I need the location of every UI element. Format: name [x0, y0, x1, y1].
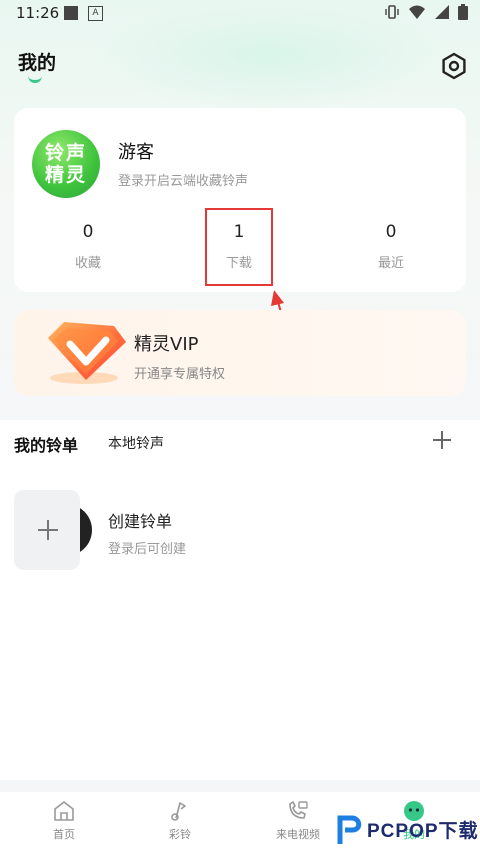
home-icon — [54, 801, 74, 821]
battery-icon — [458, 4, 468, 20]
nav-call-video-label: 来电视频 — [276, 828, 320, 841]
app-logo-avatar[interactable]: 铃声 精灵 — [32, 130, 100, 198]
wifi-icon — [409, 5, 425, 19]
logo-text-line2: 精灵 — [44, 164, 87, 186]
playlist-section: 我的铃单 本地铃声 创建铃单 登录后可创建 — [0, 420, 480, 780]
tab-local-ringtones[interactable]: 本地铃声 — [108, 433, 164, 453]
vibrate-icon — [385, 5, 399, 19]
settings-icon[interactable] — [440, 52, 468, 80]
login-hint[interactable]: 登录开启云端收藏铃声 — [118, 170, 248, 189]
vip-card[interactable]: 精灵VIP 开通享专属特权 — [14, 310, 466, 396]
nav-home[interactable]: 首页 — [34, 800, 94, 842]
status-time: 11:26 — [16, 4, 60, 22]
page-title: 我的 — [18, 52, 57, 74]
watermark-text: PCPOP下载 — [367, 821, 479, 842]
create-list-title[interactable]: 创建铃单 — [108, 508, 172, 532]
add-icon[interactable] — [430, 428, 454, 452]
stat-recent-count: 0 — [385, 222, 397, 242]
nav-ringback[interactable]: 彩铃 — [150, 800, 210, 842]
signal-icon — [435, 5, 449, 19]
notification-square-icon — [64, 6, 78, 20]
vip-title: 精灵VIP — [134, 334, 199, 355]
status-bar: 11:26 A — [0, 0, 480, 28]
vip-subtitle: 开通享专属特权 — [134, 367, 226, 382]
nav-ringback-label: 彩铃 — [169, 828, 191, 841]
tab-my-lists[interactable]: 我的铃单 — [14, 432, 78, 456]
highlight-box — [205, 208, 273, 286]
a-badge-icon: A — [88, 6, 103, 21]
vip-gem-icon — [48, 322, 126, 384]
stat-recent[interactable]: 0 最近 — [341, 222, 441, 271]
stat-favorites[interactable]: 0 收藏 — [38, 222, 138, 271]
username[interactable]: 游客 — [118, 138, 154, 164]
nav-call-video[interactable]: 来电视频 — [268, 800, 328, 842]
call-video-icon — [289, 801, 308, 819]
logo-text-line1: 铃声 — [44, 142, 87, 164]
stat-favorites-label: 收藏 — [74, 256, 101, 271]
ringtone-icon — [171, 802, 186, 821]
create-list-hint: 登录后可创建 — [108, 542, 187, 557]
stat-recent-label: 最近 — [377, 256, 404, 271]
nav-home-label: 首页 — [53, 828, 75, 841]
stat-favorites-count: 0 — [82, 222, 94, 242]
plus-icon — [38, 520, 58, 540]
